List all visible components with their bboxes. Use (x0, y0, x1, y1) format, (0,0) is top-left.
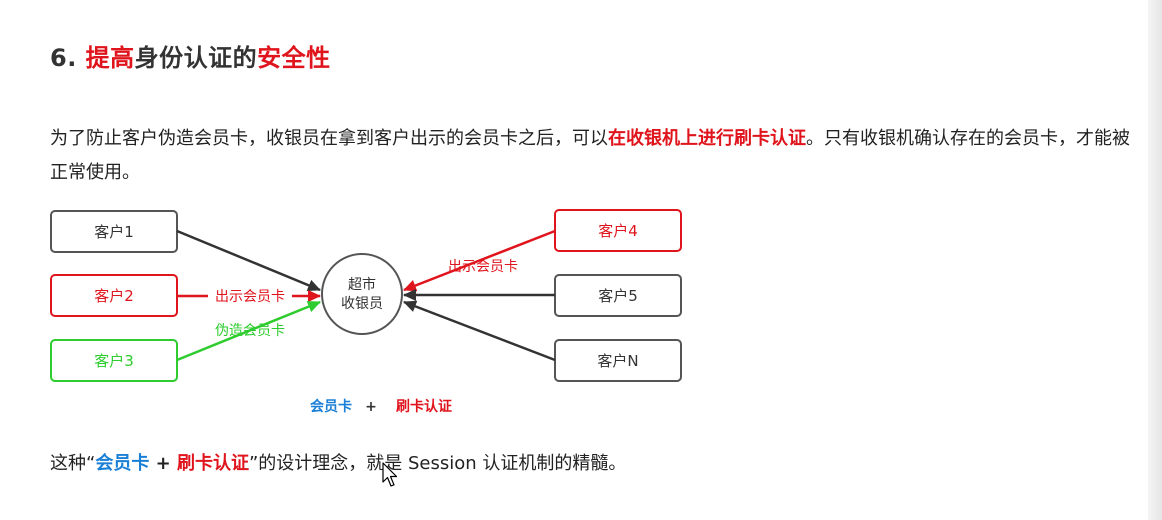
page: 6. 提高身份认证的安全性 为了防止客户伪造会员卡，收银员在拿到客户出示的会员卡… (0, 0, 1162, 520)
arrow-customer-n (403, 300, 556, 362)
node-customer-4-label: 客户4 (598, 222, 638, 240)
node-customer-3: 客户3 (50, 339, 178, 382)
node-customer-n: 客户N (554, 339, 682, 382)
label-forge-card: 伪造会员卡 (215, 323, 285, 339)
node-customer-n-label: 客户N (597, 352, 638, 370)
cashier-label-line1: 超市 (348, 276, 376, 293)
caption-auth: 刷卡认证 (396, 398, 452, 415)
node-customer-1-label: 客户1 (94, 223, 134, 241)
conclusion-sentence: 这种“会员卡 + 刷卡认证”的设计理念，就是 Session 认证机制的精髓。 (50, 449, 626, 475)
node-customer-4: 客户4 (554, 209, 682, 252)
conclusion-card: 会员卡 (95, 453, 150, 474)
auth-diagram: 客户1 客户2 客户3 客户4 客户5 客户N 超市 收银员 出示会员卡 伪造会… (50, 209, 682, 415)
intro-emphasis: 在收银机上进行刷卡认证 (608, 128, 806, 149)
label-show-card-right: 出示会员卡 (448, 259, 518, 275)
conclusion-plus: + (149, 453, 177, 474)
intro-paragraph: 为了防止客户伪造会员卡，收银员在拿到客户出示的会员卡之后，可以在收银机上进行刷卡… (50, 122, 1140, 190)
caption-plus: + (365, 399, 377, 415)
label-show-card-left: 出示会员卡 (215, 289, 285, 305)
node-customer-5-label: 客户5 (598, 287, 638, 305)
scrollbar-edge (1148, 0, 1162, 520)
heading-highlight-improve: 提高 (85, 44, 135, 72)
conclusion-suffix: ”的设计理念，就是 Session 认证机制的精髓。 (248, 453, 627, 474)
arrow-customer-1 (176, 229, 321, 292)
intro-text-1: 为了防止客户伪造会员卡，收银员在拿到客户出示的会员卡之后，可以 (50, 128, 608, 149)
node-customer-2: 客户2 (50, 274, 178, 317)
heading-number: 6. (50, 44, 86, 72)
section-heading: 6. 提高身份认证的安全性 (50, 38, 331, 73)
node-customer-2-label: 客户2 (94, 287, 134, 305)
node-customer-5: 客户5 (554, 274, 682, 317)
mouse-cursor-icon (382, 462, 398, 487)
node-cashier: 超市 收银员 (321, 253, 403, 335)
node-customer-1: 客户1 (50, 210, 178, 253)
conclusion-prefix: 这种“ (50, 453, 96, 474)
heading-middle: 身份认证的 (134, 44, 258, 72)
heading-highlight-security: 安全性 (257, 44, 331, 72)
caption-card: 会员卡 (310, 398, 352, 415)
cashier-label-line2: 收银员 (341, 296, 383, 312)
node-customer-3-label: 客户3 (94, 352, 134, 370)
conclusion-auth: 刷卡认证 (176, 453, 249, 474)
